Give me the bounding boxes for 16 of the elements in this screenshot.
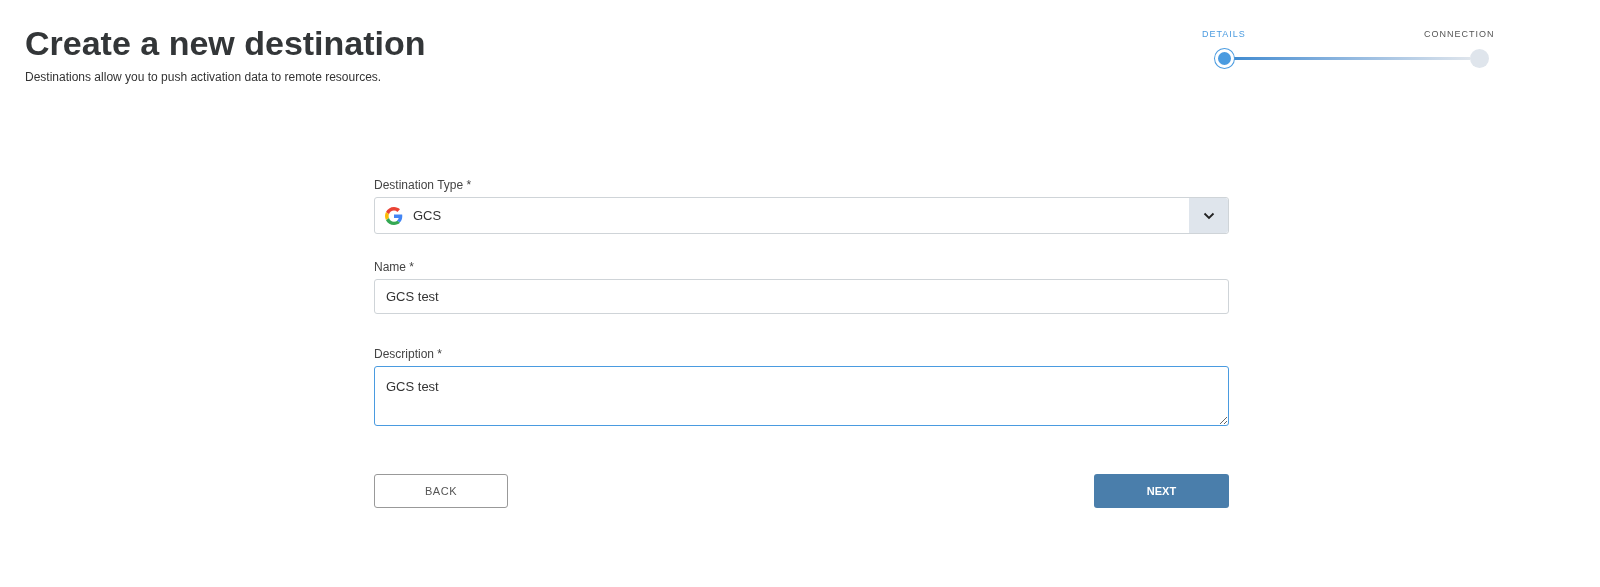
select-field[interactable]: GCS	[374, 197, 1229, 234]
textarea-field[interactable]: GCS test	[374, 366, 1229, 426]
step-label: DETAILS	[1202, 28, 1246, 41]
page-subtitle: Destinations allow you to push activation data to remote resources.	[25, 69, 382, 86]
dropdown-toggle[interactable]	[1189, 198, 1228, 233]
select-value: GCS	[413, 206, 443, 225]
step-label: CONNECTION	[1424, 28, 1495, 41]
back-button[interactable]: BACK	[374, 474, 508, 508]
field-label: Destination Type *	[374, 177, 473, 194]
chevron-down-icon	[1202, 211, 1215, 220]
field-label: Name *	[374, 259, 415, 276]
field-label: Description *	[374, 346, 444, 363]
input-field[interactable]: GCS test	[374, 279, 1229, 314]
google-logo-icon	[385, 206, 403, 225]
page-title: Create a new destination	[25, 23, 426, 64]
next-button[interactable]: NEXT	[1094, 474, 1229, 508]
